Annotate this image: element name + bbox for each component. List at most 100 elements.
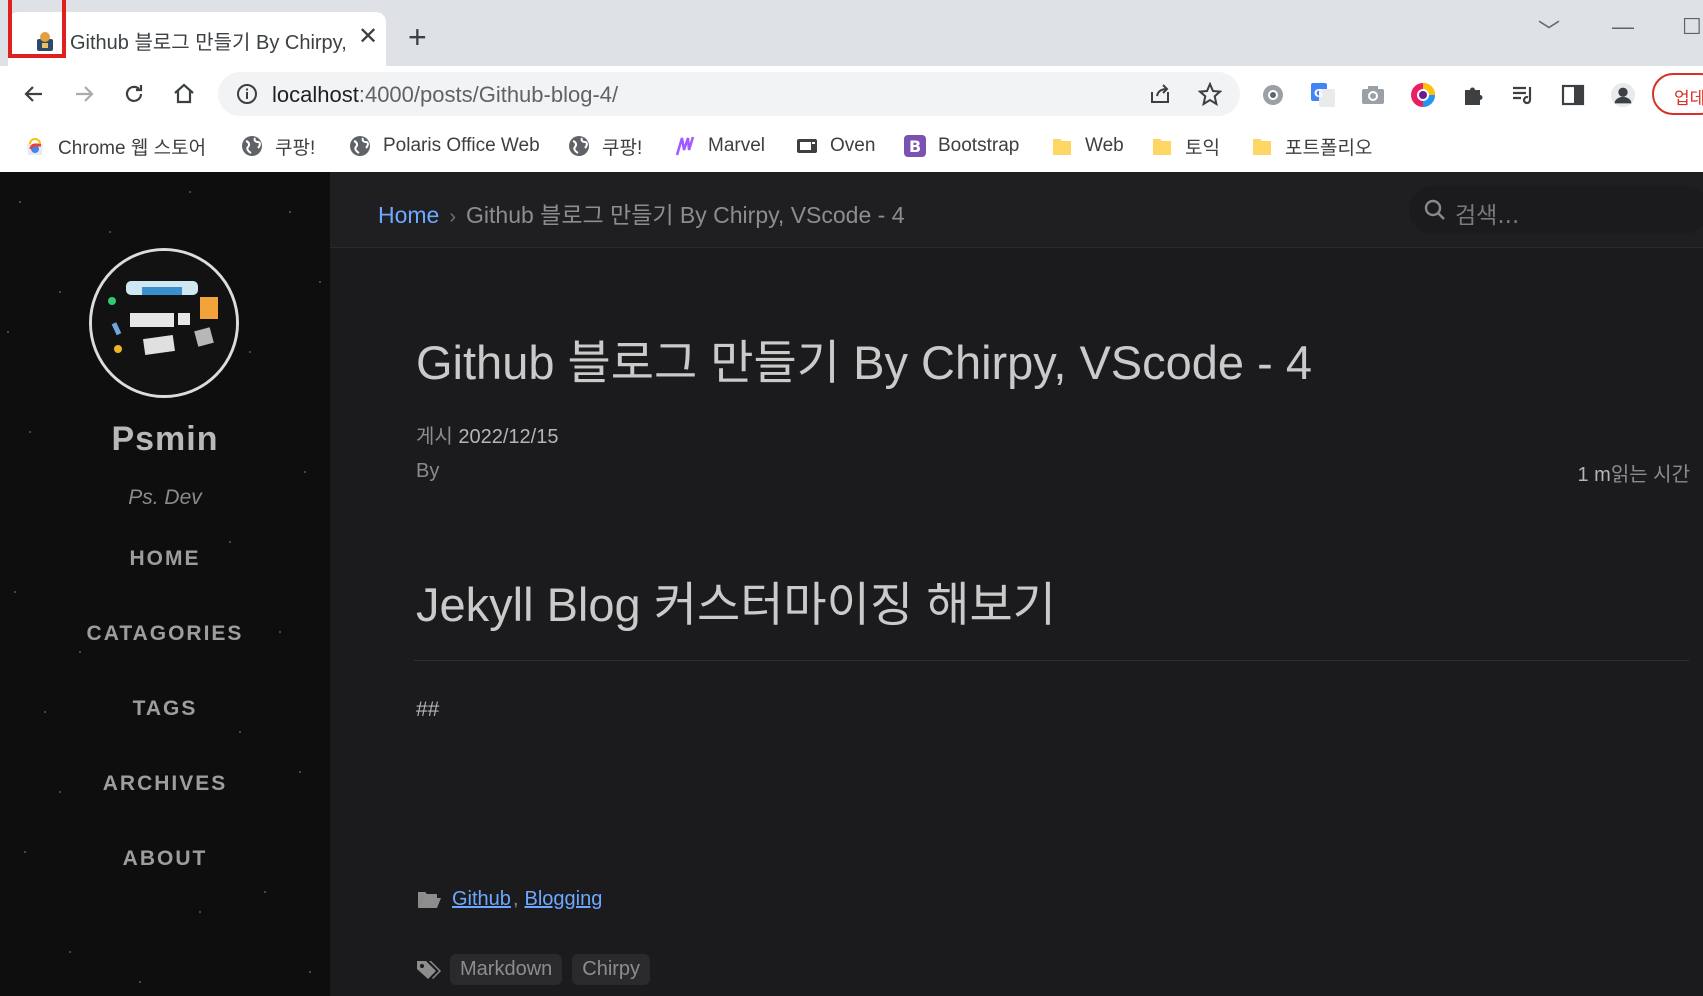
read-time-label: 읽는 시간 [1610,464,1690,486]
share-icon[interactable] [1148,82,1172,106]
globe-icon [568,135,590,157]
tag-chip-markdown[interactable]: Markdown [450,954,563,985]
url-text[interactable]: localhost:4000/posts/Github-blog-4/ [272,82,618,108]
posted-label: 게시 [416,426,453,448]
oven-icon [796,135,818,157]
folder-icon [1151,135,1173,157]
breadcrumb: Home › Github 블로그 만들기 By Chirpy, VScode - … [378,196,904,230]
reload-icon [125,85,143,102]
back-button[interactable] [16,76,52,112]
extensions-button[interactable] [1460,82,1486,108]
forward-button[interactable] [66,76,102,112]
sidebar-item-categories[interactable]: CATAGORIES [0,622,330,646]
color-wheel-icon [1411,83,1435,107]
url-host: localhost [272,82,359,107]
post-date: 게시 2022/12/15 [416,420,558,449]
bookmark-item[interactable]: Chrome 웹 스토어 [24,132,206,160]
bookmark-label: Bootstrap [938,135,1020,156]
desk-illustration-icon [92,251,236,395]
side-panel-button[interactable] [1560,82,1586,108]
sidebar-item-archives[interactable]: ARCHIVES [0,772,330,796]
bookmark-item[interactable]: 쿠팡! [568,132,642,160]
folder-icon [1251,135,1273,157]
bookmarks-bar: Chrome 웹 스토어 쿠팡! Polaris Office Web 쿠팡! … [0,122,1703,172]
reload-button[interactable] [116,76,152,112]
tags-icon [417,960,441,979]
settings-gear-extension-icon[interactable] [1260,82,1286,108]
color-picker-extension-icon[interactable] [1410,82,1436,108]
bootstrap-icon: B [904,135,926,157]
bookmark-label: 토익 [1185,137,1220,159]
gear-icon [1263,85,1283,105]
minimize-button[interactable]: — [1612,14,1634,40]
folder-icon [1051,135,1073,157]
post-paragraph: ## [416,698,440,721]
category-link-blogging[interactable]: Blogging [525,888,603,911]
bookmark-item[interactable]: B Bootstrap [904,132,1019,160]
site-info-icon[interactable] [236,83,258,105]
post-categories: Github, Blogging [416,888,602,911]
bookmark-label: Marvel [708,135,766,156]
sidebar-item-home[interactable]: HOME [0,547,330,571]
sidebar-item-about[interactable]: ABOUT [0,847,330,871]
site-subtitle: Ps. Dev [128,486,202,509]
bookmark-label: 쿠팡! [602,137,643,159]
translate-icon: G [1311,83,1335,107]
bookmark-label: Chrome 웹 스토어 [58,137,207,159]
sidebar-item-tags[interactable]: TAGS [0,697,330,721]
breadcrumb-separator: › [449,206,457,228]
favicon-highlight-box [8,0,66,58]
profile-button[interactable] [1610,82,1636,108]
avatar-icon [1610,82,1636,108]
side-panel-icon [1561,84,1585,106]
google-translate-extension-icon[interactable]: G [1310,82,1336,108]
category-link-github[interactable]: Github [452,888,511,911]
heading-divider [414,660,1689,661]
bookmark-folder[interactable]: 포트폴리오 [1251,132,1372,160]
globe-icon [349,135,371,157]
camera-extension-icon[interactable] [1360,82,1386,108]
bookmark-folder[interactable]: Web [1051,132,1124,160]
bookmark-item[interactable]: Oven [796,132,875,160]
globe-icon [241,135,263,157]
blog-sidebar: Psmin Ps. Dev HOME CATAGORIES TAGS ARCHI… [0,172,330,996]
bookmark-item[interactable]: Marvel [674,132,765,160]
tab-title: Github 블로그 만들기 By Chirpy, VScode - 4 [70,32,352,54]
bookmark-star-icon[interactable] [1198,82,1222,106]
posted-date: 2022/12/15 [458,426,559,448]
avatar[interactable] [89,248,239,398]
tab-search-chevron-icon[interactable]: ﹀ [1538,14,1560,46]
bookmark-item[interactable]: 쿠팡! [241,132,315,160]
breadcrumb-home-link[interactable]: Home [378,202,439,228]
post-content: Github 블로그 만들기 By Chirpy, VScode - 4 게시 … [330,248,1703,996]
close-tab-icon[interactable]: ✕ [358,24,378,50]
camera-icon [1362,86,1384,104]
bookmark-item[interactable]: Polaris Office Web [349,132,540,160]
search-icon [1424,199,1445,220]
bookmark-folder[interactable]: 토익 [1151,132,1220,160]
tag-chip-chirpy[interactable]: Chirpy [572,954,651,985]
search-input[interactable]: 검색... [1455,196,1519,230]
page-topbar: Home › Github 블로그 만들기 By Chirpy, VScode - … [330,172,1703,248]
bookmark-label: Oven [830,135,876,156]
post-author: By [416,460,440,482]
post-tags: Markdown Chirpy [416,954,660,985]
forward-arrow-icon [76,86,94,102]
maximize-button[interactable]: ☐ [1682,14,1702,40]
browser-toolbar: localhost:4000/posts/Github-blog-4/ G 업데 [0,66,1703,122]
bookmark-label: Polaris Office Web [383,135,540,156]
queue-music-icon [1513,86,1532,105]
address-bar[interactable]: localhost:4000/posts/Github-blog-4/ [218,72,1240,116]
url-path: :4000/posts/Github-blog-4/ [358,82,619,107]
home-button[interactable] [166,76,202,112]
bookmark-label: 포트폴리오 [1285,137,1373,159]
search-box[interactable]: 검색... [1409,186,1703,234]
site-title[interactable]: Psmin [0,420,330,459]
bookmark-label: 쿠팡! [275,137,316,159]
reading-list-button[interactable] [1510,82,1536,108]
new-tab-button[interactable]: + [408,20,427,54]
puzzle-icon [1465,87,1483,105]
tab-strip: Github 블로그 만들기 By Chirpy, VScode - 4 ✕ +… [0,0,1703,66]
update-button[interactable]: 업데 [1652,73,1703,115]
category-separator: , [512,888,519,910]
